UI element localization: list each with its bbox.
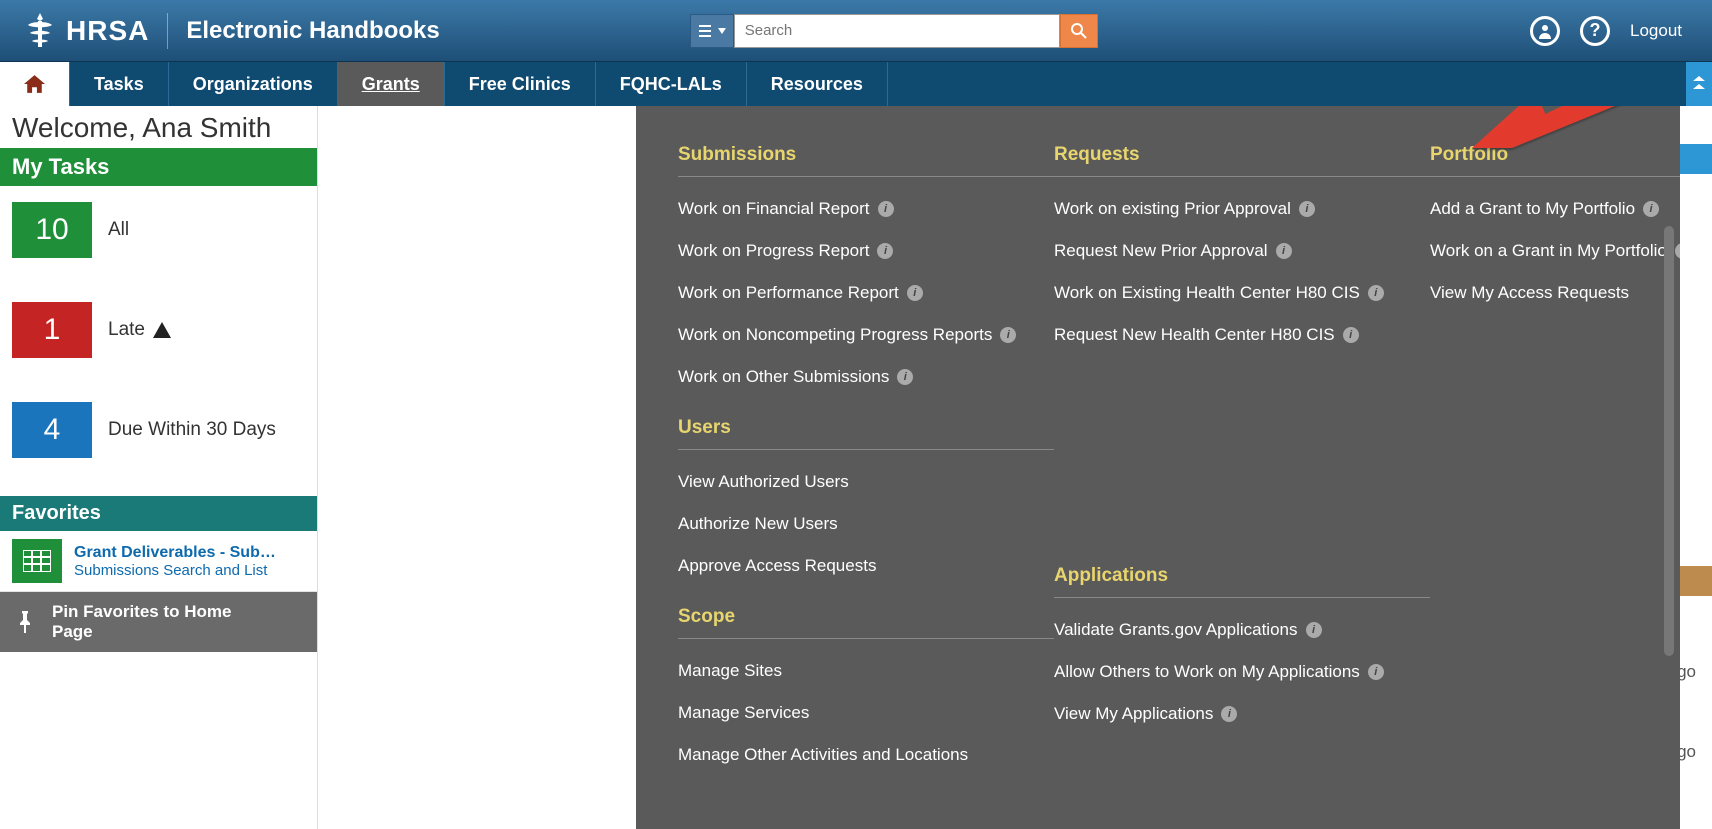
nav-free-clinics[interactable]: Free Clinics bbox=[445, 62, 596, 106]
home-icon bbox=[24, 73, 45, 95]
favorite-subtitle: Submissions Search and List bbox=[74, 562, 276, 579]
magnifier-icon bbox=[1070, 22, 1088, 40]
task-due-count: 4 bbox=[12, 402, 92, 458]
link-allow-others[interactable]: Allow Others to Work on My Applicationsi bbox=[1054, 662, 1430, 682]
link-new-prior-approval[interactable]: Request New Prior Approvali bbox=[1054, 241, 1430, 261]
info-icon[interactable]: i bbox=[1306, 622, 1322, 638]
link-manage-services[interactable]: Manage Services bbox=[678, 703, 1054, 723]
task-late[interactable]: 1 Late bbox=[12, 302, 305, 358]
task-late-count: 1 bbox=[12, 302, 92, 358]
link-new-h80-cis[interactable]: Request New Health Center H80 CISi bbox=[1054, 325, 1430, 345]
question-icon: ? bbox=[1590, 20, 1601, 41]
account-icon[interactable] bbox=[1530, 16, 1560, 46]
hamburger-icon bbox=[698, 24, 716, 38]
info-icon[interactable]: i bbox=[1276, 243, 1292, 259]
info-icon[interactable]: i bbox=[1343, 327, 1359, 343]
logout-link[interactable]: Logout bbox=[1630, 21, 1682, 41]
portfolio-heading: Portfolio bbox=[1430, 144, 1680, 177]
link-progress-report[interactable]: Work on Progress Reporti bbox=[678, 241, 1054, 261]
collapse-button[interactable] bbox=[1686, 62, 1712, 106]
divider bbox=[167, 13, 168, 49]
scrollbar[interactable] bbox=[1664, 226, 1674, 656]
double-chevron-up-icon bbox=[1693, 76, 1705, 92]
caduceus-icon bbox=[20, 11, 60, 51]
applications-heading: Applications bbox=[1054, 565, 1430, 598]
app-title: Electronic Handbooks bbox=[186, 17, 439, 45]
task-due-label: Due Within 30 Days bbox=[108, 419, 276, 441]
favorite-item[interactable]: Grant Deliverables - Sub… Submissions Se… bbox=[0, 531, 317, 592]
link-view-access-requests[interactable]: View My Access Requests bbox=[1430, 283, 1680, 303]
link-approve-access-requests[interactable]: Approve Access Requests bbox=[678, 556, 1054, 576]
info-icon[interactable]: i bbox=[1368, 664, 1384, 680]
top-icons: ? Logout bbox=[1530, 16, 1682, 46]
info-icon[interactable]: i bbox=[1643, 201, 1659, 217]
person-icon bbox=[1537, 23, 1553, 39]
favorite-title: Grant Deliverables - Sub… bbox=[74, 544, 276, 562]
search-button[interactable] bbox=[1060, 14, 1098, 48]
link-financial-report[interactable]: Work on Financial Reporti bbox=[678, 199, 1054, 219]
task-list: 10 All 1 Late 4 Due Within 30 Days bbox=[0, 186, 317, 488]
link-manage-sites[interactable]: Manage Sites bbox=[678, 661, 1054, 681]
info-icon[interactable]: i bbox=[878, 201, 894, 217]
link-performance-report[interactable]: Work on Performance Reporti bbox=[678, 283, 1054, 303]
info-icon[interactable]: i bbox=[1221, 706, 1237, 722]
link-view-my-applications[interactable]: View My Applicationsi bbox=[1054, 704, 1430, 724]
task-all-label: All bbox=[108, 219, 129, 241]
scope-heading: Scope bbox=[678, 606, 1054, 639]
task-late-label: Late bbox=[108, 319, 171, 341]
search-wrap bbox=[690, 14, 1098, 48]
nav-resources[interactable]: Resources bbox=[747, 62, 888, 106]
task-due[interactable]: 4 Due Within 30 Days bbox=[12, 402, 305, 458]
info-icon[interactable]: i bbox=[897, 369, 913, 385]
hrsa-logo[interactable]: HRSA bbox=[20, 11, 149, 51]
main-content: ago ago Submissions Work on Financial Re… bbox=[318, 106, 1712, 829]
nav-fqhc-lals[interactable]: FQHC-LALs bbox=[596, 62, 747, 106]
link-authorize-new-users[interactable]: Authorize New Users bbox=[678, 514, 1054, 534]
nav-grants[interactable]: Grants bbox=[338, 62, 445, 106]
task-all-count: 10 bbox=[12, 202, 92, 258]
body: Welcome, Ana Smith My Tasks 10 All 1 Lat… bbox=[0, 106, 1712, 829]
primary-nav: Tasks Organizations Grants Free Clinics … bbox=[0, 62, 1712, 106]
link-work-grant-portfolio[interactable]: Work on a Grant in My Portfolioi bbox=[1430, 241, 1680, 261]
warning-icon bbox=[153, 322, 171, 338]
nav-home[interactable] bbox=[0, 62, 70, 106]
info-icon[interactable]: i bbox=[877, 243, 893, 259]
info-icon[interactable]: i bbox=[1675, 243, 1680, 259]
users-heading: Users bbox=[678, 417, 1054, 450]
link-noncompeting-reports[interactable]: Work on Noncompeting Progress Reportsi bbox=[678, 325, 1054, 345]
search-category-dropdown[interactable] bbox=[690, 14, 734, 48]
info-icon[interactable]: i bbox=[1299, 201, 1315, 217]
link-existing-h80-cis[interactable]: Work on Existing Health Center H80 CISi bbox=[1054, 283, 1430, 303]
link-validate-grants-gov[interactable]: Validate Grants.gov Applicationsi bbox=[1054, 620, 1430, 640]
welcome-heading: Welcome, Ana Smith bbox=[0, 106, 317, 148]
link-existing-prior-approval[interactable]: Work on existing Prior Approvali bbox=[1054, 199, 1430, 219]
task-all[interactable]: 10 All bbox=[12, 202, 305, 258]
pin-favorites[interactable]: Pin Favorites to Home Page bbox=[0, 592, 317, 652]
caret-down-icon bbox=[718, 28, 726, 34]
link-view-authorized-users[interactable]: View Authorized Users bbox=[678, 472, 1054, 492]
info-icon[interactable]: i bbox=[907, 285, 923, 301]
left-sidebar: Welcome, Ana Smith My Tasks 10 All 1 Lat… bbox=[0, 106, 318, 829]
info-icon[interactable]: i bbox=[1368, 285, 1384, 301]
link-manage-activities[interactable]: Manage Other Activities and Locations bbox=[678, 745, 1054, 765]
search-input[interactable] bbox=[734, 14, 1060, 48]
logo-text: HRSA bbox=[66, 15, 149, 47]
help-icon[interactable]: ? bbox=[1580, 16, 1610, 46]
nav-tasks[interactable]: Tasks bbox=[70, 62, 169, 106]
requests-heading: Requests bbox=[1054, 144, 1430, 177]
top-bar: HRSA Electronic Handbooks ? Logout bbox=[0, 0, 1712, 62]
grants-mega-menu: Submissions Work on Financial Reporti Wo… bbox=[636, 106, 1680, 829]
submissions-heading: Submissions bbox=[678, 144, 1054, 177]
link-other-submissions[interactable]: Work on Other Submissionsi bbox=[678, 367, 1054, 387]
info-icon[interactable]: i bbox=[1000, 327, 1016, 343]
spreadsheet-icon bbox=[12, 539, 62, 583]
nav-organizations[interactable]: Organizations bbox=[169, 62, 338, 106]
favorites-header: Favorites bbox=[0, 496, 317, 531]
link-add-grant-portfolio[interactable]: Add a Grant to My Portfolioi bbox=[1430, 199, 1680, 219]
pin-icon bbox=[16, 611, 34, 633]
my-tasks-header: My Tasks bbox=[0, 148, 317, 186]
